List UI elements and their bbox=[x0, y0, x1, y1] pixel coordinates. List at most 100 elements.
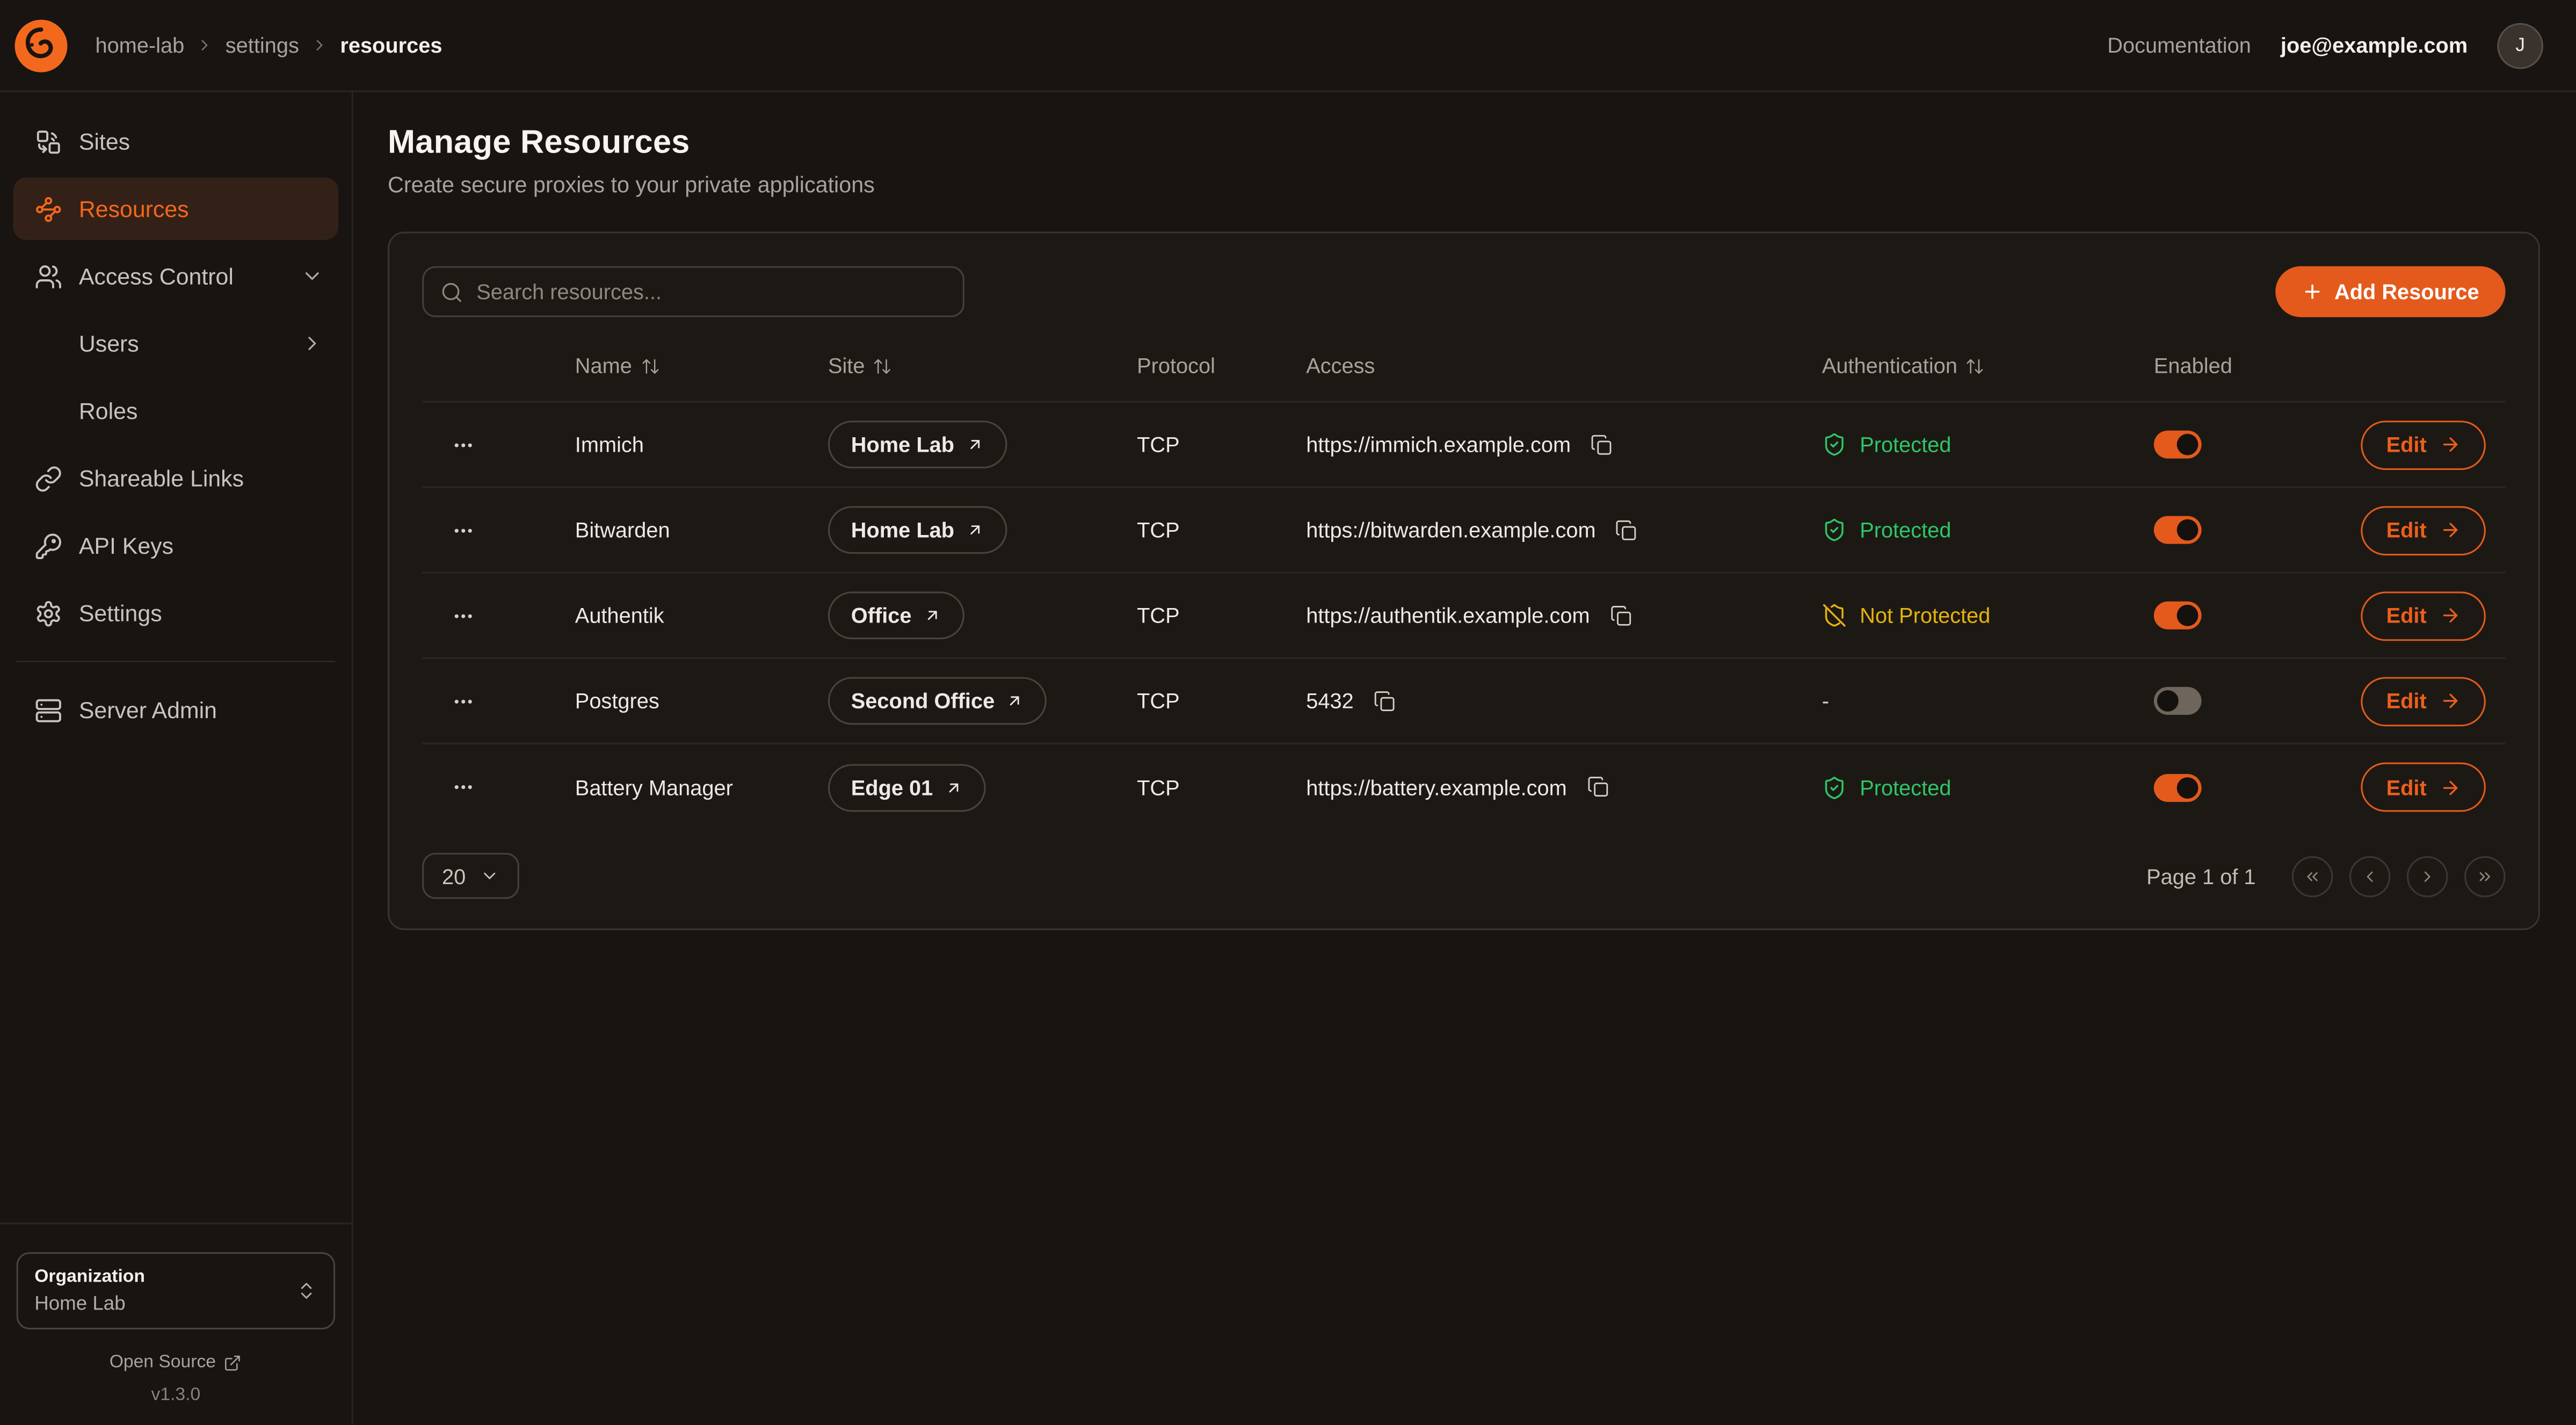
row-menu-button[interactable] bbox=[445, 683, 481, 719]
ellipsis-icon bbox=[452, 776, 475, 799]
row-menu-button[interactable] bbox=[445, 597, 481, 633]
edit-button[interactable]: Edit bbox=[2362, 676, 2486, 726]
resources-card: Add Resource Name Site Protocol Acce bbox=[388, 232, 2540, 930]
enabled-toggle[interactable] bbox=[2154, 773, 2202, 801]
column-header-name[interactable]: Name bbox=[575, 353, 828, 378]
resource-protocol: TCP bbox=[1137, 775, 1306, 800]
sidebar-item-label: Roles bbox=[79, 397, 138, 424]
resource-access: https://immich.example.com bbox=[1306, 430, 1822, 459]
resource-protocol: TCP bbox=[1137, 689, 1306, 713]
enabled-toggle[interactable] bbox=[2154, 687, 2202, 715]
copy-icon[interactable] bbox=[1612, 515, 1642, 545]
sidebar-item-api-keys[interactable]: API Keys bbox=[13, 515, 338, 577]
sidebar-item-users[interactable]: Users bbox=[13, 312, 338, 374]
sidebar-item-resources[interactable]: Resources bbox=[13, 177, 338, 240]
enabled-toggle[interactable] bbox=[2154, 431, 2202, 459]
chevron-right-icon bbox=[2418, 867, 2436, 885]
row-menu-button[interactable] bbox=[445, 426, 481, 462]
sort-icon bbox=[640, 356, 660, 375]
arrow-up-right-icon bbox=[923, 606, 941, 625]
arrow-right-icon bbox=[2440, 777, 2461, 798]
authentication-badge: - bbox=[1822, 689, 1829, 713]
arrow-up-right-icon bbox=[966, 521, 984, 539]
table-header: Name Site Protocol Access Authentication… bbox=[422, 330, 2505, 403]
breadcrumb-settings[interactable]: settings bbox=[226, 33, 299, 57]
copy-icon[interactable] bbox=[1587, 430, 1617, 459]
copy-icon[interactable] bbox=[1606, 601, 1636, 630]
ellipsis-icon bbox=[452, 689, 475, 712]
column-header-site[interactable]: Site bbox=[828, 353, 1137, 378]
page-size-select[interactable]: 20 bbox=[422, 853, 520, 899]
site-link-button[interactable]: Home Lab bbox=[828, 506, 1007, 554]
sort-icon bbox=[873, 356, 893, 375]
column-header-authentication[interactable]: Authentication bbox=[1822, 353, 2154, 378]
chevrons-left-icon bbox=[2303, 867, 2321, 885]
server-icon bbox=[34, 696, 62, 724]
sidebar-item-roles[interactable]: Roles bbox=[13, 380, 338, 442]
resource-access: https://battery.example.com bbox=[1306, 772, 1822, 802]
next-page-button[interactable] bbox=[2407, 855, 2448, 896]
sort-icon bbox=[1965, 356, 1985, 375]
sidebar-item-settings[interactable]: Settings bbox=[13, 582, 338, 644]
last-page-button[interactable] bbox=[2464, 855, 2505, 896]
table-row: Immich Home Lab TCP https://immich.examp… bbox=[422, 403, 2505, 488]
site-link-button[interactable]: Second Office bbox=[828, 677, 1047, 725]
sidebar-item-server-admin[interactable]: Server Admin bbox=[13, 679, 338, 741]
sidebar-item-sites[interactable]: Sites bbox=[13, 110, 338, 172]
copy-icon[interactable] bbox=[1370, 686, 1399, 715]
previous-page-button[interactable] bbox=[2349, 855, 2390, 896]
resource-access: https://authentik.example.com bbox=[1306, 601, 1822, 630]
enabled-toggle[interactable] bbox=[2154, 516, 2202, 544]
authentication-badge: Not Protected bbox=[1822, 603, 1991, 628]
chevron-right-icon bbox=[301, 332, 324, 355]
sidebar: Sites Resources Access Control User bbox=[0, 92, 353, 1424]
arrow-right-icon bbox=[2440, 434, 2461, 455]
shield-check-icon bbox=[1822, 518, 1847, 542]
site-link-button[interactable]: Home Lab bbox=[828, 421, 1007, 468]
breadcrumb-org[interactable]: home-lab bbox=[95, 33, 184, 57]
user-email[interactable]: joe@example.com bbox=[2281, 33, 2468, 57]
chevron-left-icon bbox=[2361, 867, 2379, 885]
chevrons-right-icon bbox=[2476, 867, 2494, 885]
add-resource-button[interactable]: Add Resource bbox=[2275, 266, 2506, 317]
site-link-button[interactable]: Edge 01 bbox=[828, 763, 985, 811]
sidebar-item-access-control[interactable]: Access Control bbox=[13, 245, 338, 307]
copy-icon[interactable] bbox=[1583, 772, 1613, 802]
ellipsis-icon bbox=[452, 518, 475, 541]
row-menu-button[interactable] bbox=[445, 769, 481, 805]
edit-button[interactable]: Edit bbox=[2362, 420, 2486, 469]
row-menu-button[interactable] bbox=[445, 512, 481, 548]
sites-icon bbox=[34, 127, 62, 155]
sidebar-item-shareable-links[interactable]: Shareable Links bbox=[13, 447, 338, 509]
edit-button[interactable]: Edit bbox=[2362, 763, 2486, 812]
open-source-link[interactable]: Open Source bbox=[17, 1352, 336, 1372]
edit-button[interactable]: Edit bbox=[2362, 591, 2486, 640]
external-link-icon bbox=[224, 1353, 242, 1371]
resource-name: Bitwarden bbox=[575, 518, 828, 542]
resources-icon bbox=[34, 195, 62, 223]
sidebar-item-label: Settings bbox=[79, 600, 162, 626]
page-title: Manage Resources bbox=[388, 125, 2540, 163]
enabled-toggle[interactable] bbox=[2154, 602, 2202, 630]
edit-button[interactable]: Edit bbox=[2362, 505, 2486, 555]
link-icon bbox=[34, 464, 62, 492]
search-icon bbox=[440, 280, 463, 303]
site-link-button[interactable]: Office bbox=[828, 591, 964, 639]
resource-access: 5432 bbox=[1306, 686, 1822, 715]
chevron-right-icon bbox=[310, 36, 329, 54]
shield-off-icon bbox=[1822, 603, 1847, 628]
organization-selector[interactable]: Organization Home Lab bbox=[17, 1252, 336, 1329]
avatar[interactable]: J bbox=[2497, 22, 2543, 68]
page-size-value: 20 bbox=[442, 864, 466, 888]
documentation-link[interactable]: Documentation bbox=[2107, 33, 2251, 57]
first-page-button[interactable] bbox=[2292, 855, 2333, 896]
sidebar-item-label: Shareable Links bbox=[79, 465, 244, 491]
table-row: Authentik Office TCP https://authentik.e… bbox=[422, 574, 2505, 659]
authentication-badge: Protected bbox=[1822, 775, 1951, 800]
table-row: Postgres Second Office TCP 5432 - bbox=[422, 659, 2505, 744]
sidebar-divider bbox=[17, 661, 336, 662]
resource-name: Immich bbox=[575, 432, 828, 457]
search-input[interactable] bbox=[476, 279, 946, 304]
page-subtitle: Create secure proxies to your private ap… bbox=[388, 172, 2540, 197]
search-box bbox=[422, 266, 964, 317]
